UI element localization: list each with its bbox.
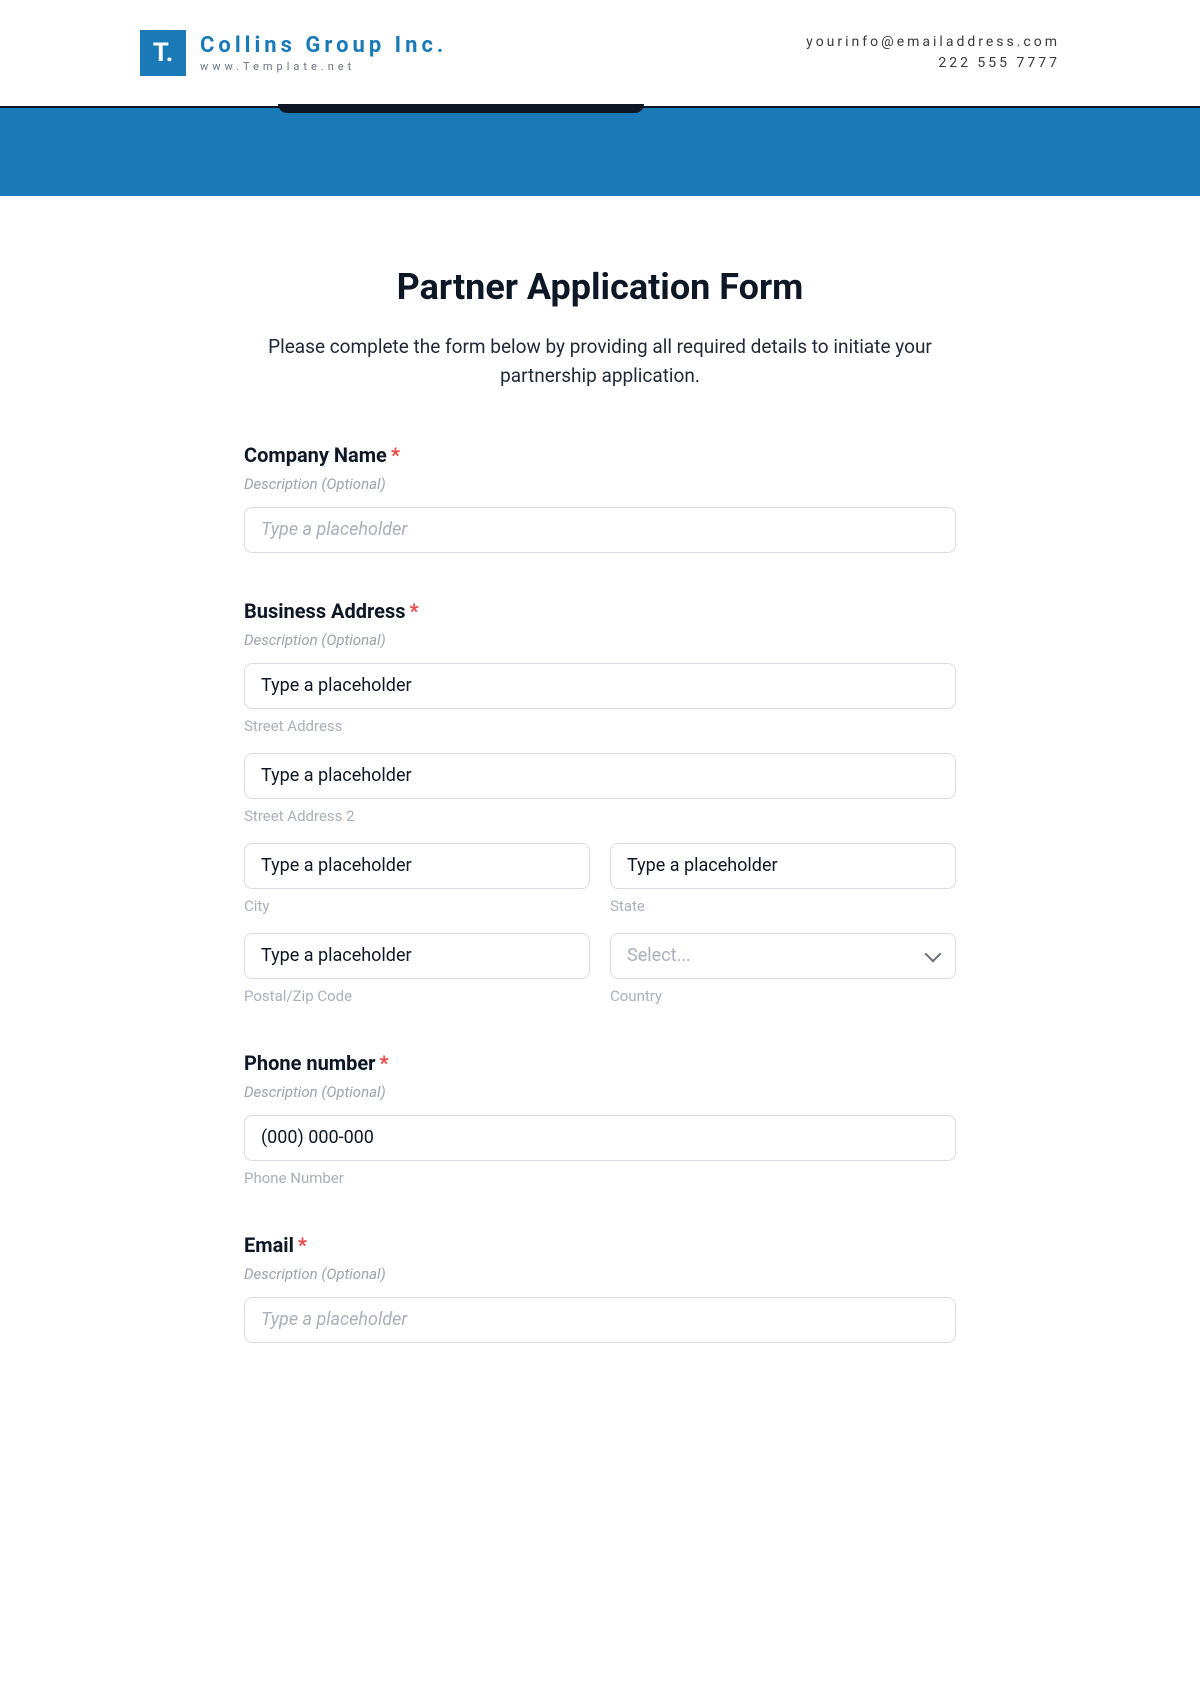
country-select[interactable]: Select...: [610, 933, 956, 979]
business-address-description: Description (Optional): [244, 631, 956, 649]
state-sublabel: State: [610, 897, 956, 915]
required-marker: *: [298, 1233, 307, 1257]
company-name-group: Company Name* Description (Optional): [244, 443, 956, 553]
postal-code-sublabel: Postal/Zip Code: [244, 987, 590, 1005]
postal-code-input[interactable]: [244, 933, 590, 979]
page-header: T. Collins Group Inc. www.Template.net y…: [0, 0, 1200, 106]
email-description: Description (Optional): [244, 1265, 956, 1283]
street-address-2-input[interactable]: [244, 753, 956, 799]
phone-input[interactable]: [244, 1115, 956, 1161]
phone-group: Phone number* Description (Optional) Pho…: [244, 1051, 956, 1187]
phone-sublabel: Phone Number: [244, 1169, 956, 1187]
form-container: Partner Application Form Please complete…: [240, 266, 960, 1393]
phone-description: Description (Optional): [244, 1083, 956, 1101]
contact-phone: 222 555 7777: [806, 53, 1060, 74]
street-address-input[interactable]: [244, 663, 956, 709]
street-address-2-sublabel: Street Address 2: [244, 807, 956, 825]
brand: T. Collins Group Inc. www.Template.net: [140, 30, 447, 76]
company-name-input[interactable]: [244, 507, 956, 553]
contact-block: yourinfo@emailaddress.com 222 555 7777: [806, 32, 1060, 74]
business-address-label: Business Address*: [244, 599, 956, 623]
email-group: Email* Description (Optional): [244, 1233, 956, 1343]
state-input[interactable]: [610, 843, 956, 889]
chevron-down-icon: [925, 945, 942, 962]
form-title: Partner Application Form: [244, 266, 956, 308]
email-label: Email*: [244, 1233, 956, 1257]
form-intro: Please complete the form below by provid…: [244, 332, 956, 391]
street-address-sublabel: Street Address: [244, 717, 956, 735]
hero-band: [0, 108, 1200, 196]
brand-site: www.Template.net: [200, 60, 447, 73]
brand-name: Collins Group Inc.: [200, 33, 447, 58]
required-marker: *: [410, 599, 419, 623]
country-sublabel: Country: [610, 987, 956, 1005]
company-name-description: Description (Optional): [244, 475, 956, 493]
phone-label: Phone number*: [244, 1051, 956, 1075]
company-name-label: Company Name*: [244, 443, 956, 467]
required-marker: *: [379, 1051, 388, 1075]
contact-email: yourinfo@emailaddress.com: [806, 32, 1060, 53]
country-select-placeholder: Select...: [627, 945, 691, 966]
email-input[interactable]: [244, 1297, 956, 1343]
city-sublabel: City: [244, 897, 590, 915]
header-divider: [0, 106, 1200, 108]
logo-icon: T.: [140, 30, 186, 76]
business-address-group: Business Address* Description (Optional)…: [244, 599, 956, 1005]
required-marker: *: [391, 443, 400, 467]
city-input[interactable]: [244, 843, 590, 889]
